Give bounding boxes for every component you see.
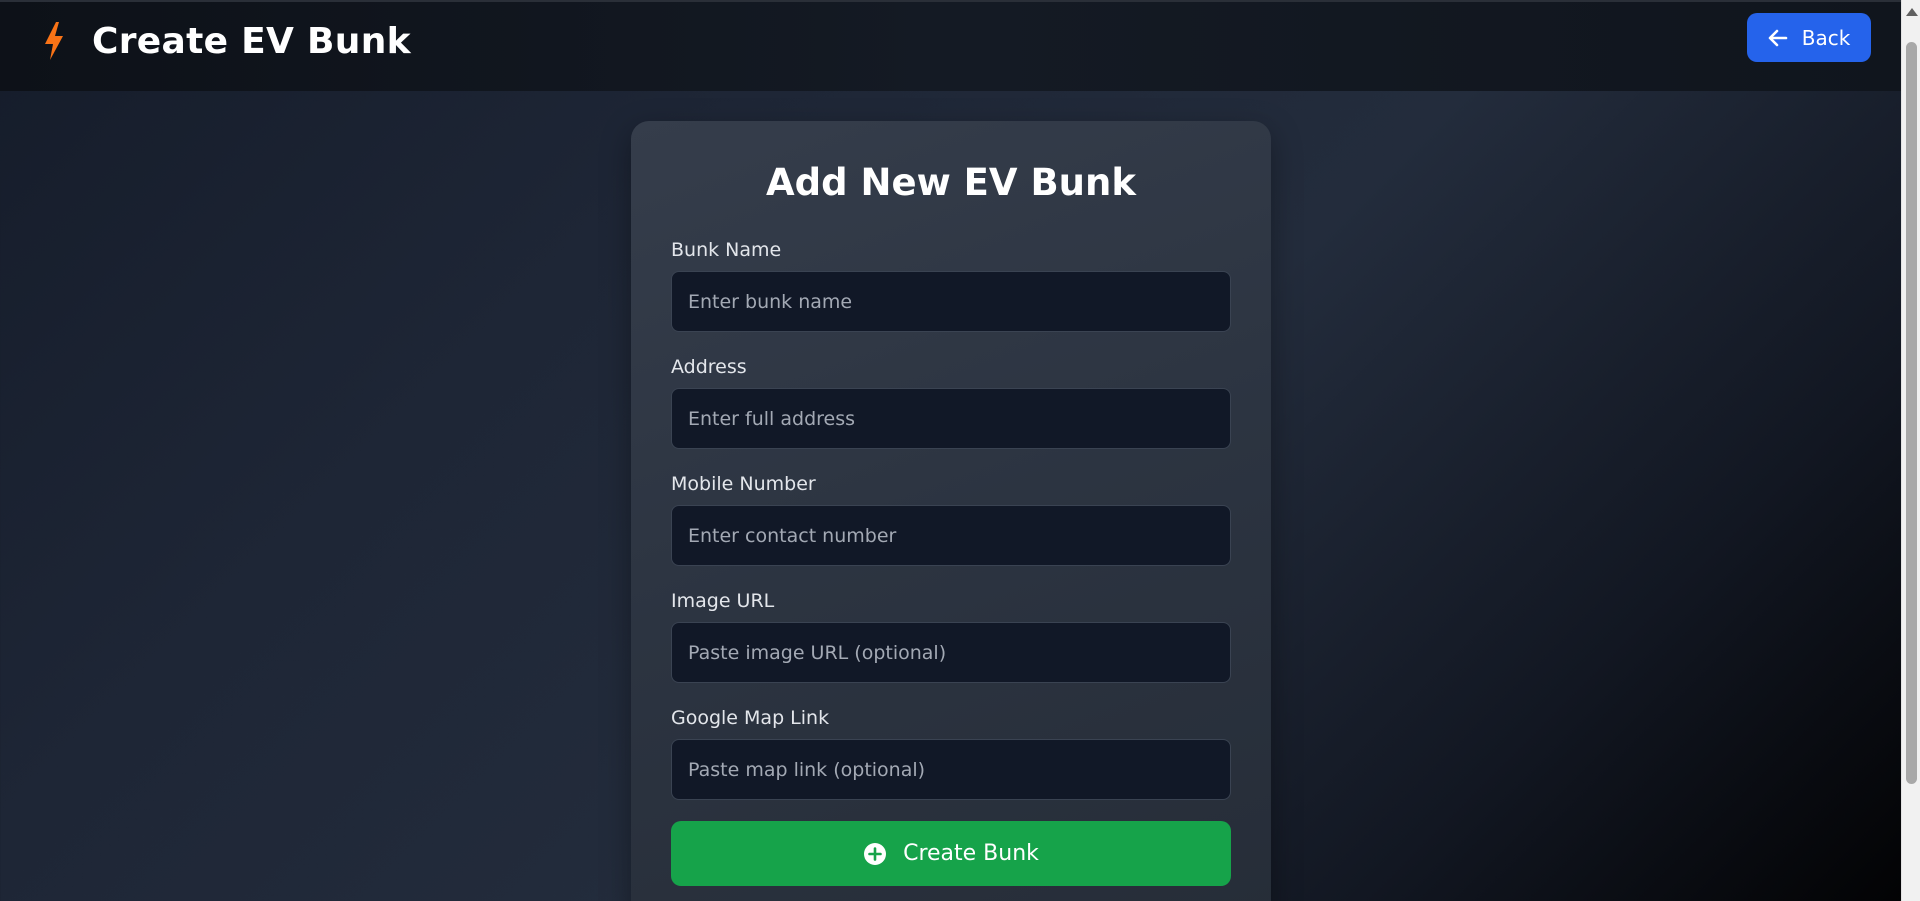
address-input[interactable]: [671, 388, 1231, 449]
create-bunk-form: Add New EV Bunk Bunk Name Address Mobile…: [631, 121, 1271, 901]
create-bunk-button[interactable]: Create Bunk: [671, 821, 1231, 886]
page-title: Create EV Bunk: [92, 20, 411, 62]
top-bar: Create EV Bunk Back: [0, 0, 1901, 91]
brand: Create EV Bunk: [42, 20, 411, 62]
image-url-label: Image URL: [671, 590, 775, 612]
back-button[interactable]: Back: [1747, 13, 1871, 62]
address-label: Address: [671, 356, 747, 378]
image-url-input[interactable]: [671, 622, 1231, 683]
google-map-link-input[interactable]: [671, 739, 1231, 800]
mobile-number-input[interactable]: [671, 505, 1231, 566]
scroll-up-arrow-icon[interactable]: [1906, 8, 1918, 16]
back-button-label: Back: [1801, 25, 1851, 50]
bunk-name-input[interactable]: [671, 271, 1231, 332]
arrow-left-icon: [1768, 29, 1788, 46]
mobile-number-label: Mobile Number: [671, 473, 816, 495]
scrollbar[interactable]: [1901, 0, 1920, 901]
create-bunk-button-label: Create Bunk: [903, 841, 1039, 866]
google-map-link-label: Google Map Link: [671, 707, 830, 729]
plus-circle-icon: [864, 842, 887, 865]
form-title: Add New EV Bunk: [766, 161, 1136, 204]
lightning-bolt-icon: [45, 22, 63, 60]
bunk-name-label: Bunk Name: [671, 239, 782, 261]
scroll-thumb[interactable]: [1906, 42, 1917, 784]
